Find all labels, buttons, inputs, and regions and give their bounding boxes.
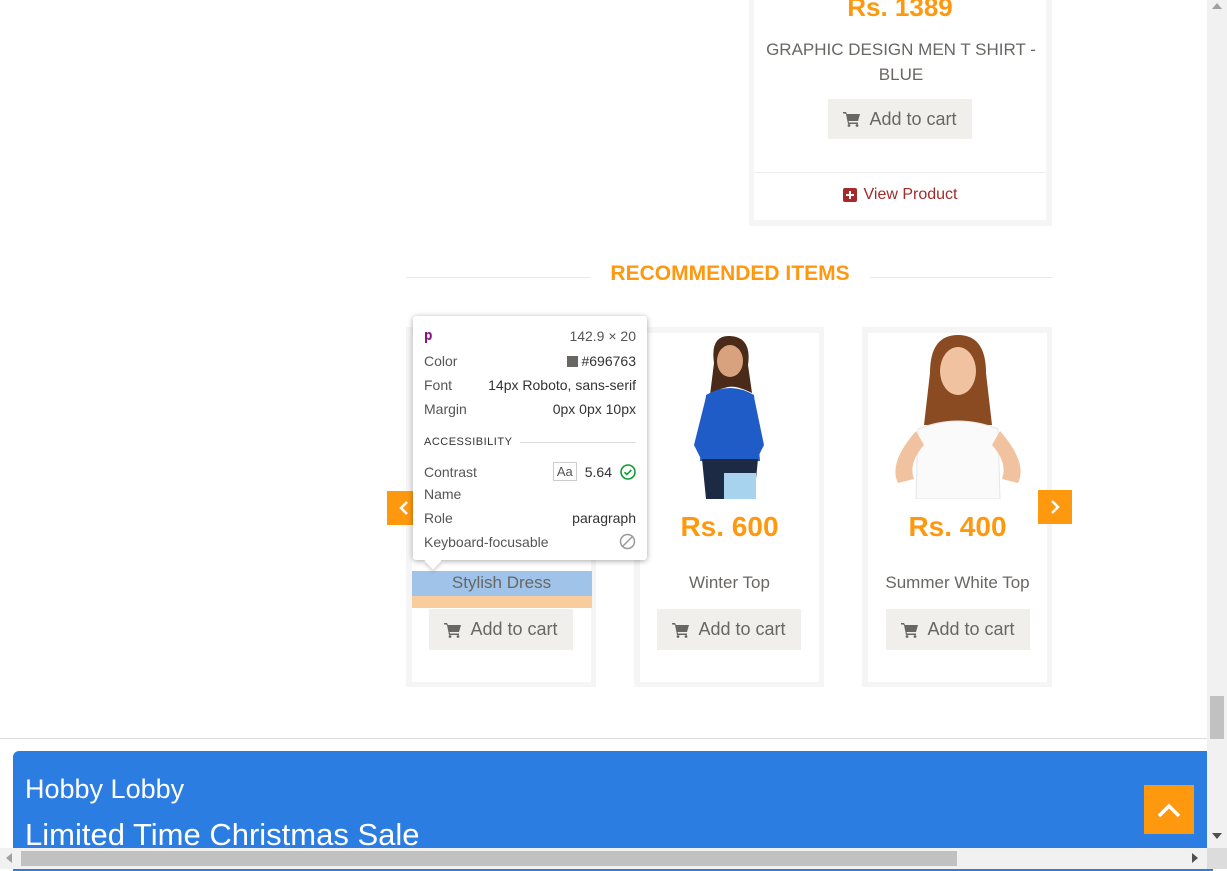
margin-label: Margin <box>424 401 467 417</box>
cart-icon <box>444 622 462 638</box>
blocked-icon <box>619 533 636 550</box>
scroll-down-arrow[interactable] <box>1212 833 1222 839</box>
add-to-cart-label: Add to cart <box>869 108 957 129</box>
footer-border <box>0 738 1207 739</box>
margin-value: 0px 0px 10px <box>552 401 636 417</box>
contrast-value: 5.64 <box>584 463 612 480</box>
chevron-left-icon <box>399 501 408 515</box>
focusable-label: Keyboard-focusable <box>424 533 549 550</box>
vertical-scrollbar[interactable] <box>1207 0 1227 848</box>
heading-line-left <box>406 277 596 278</box>
heading-line-right <box>864 277 1052 278</box>
product-price: Rs. 600 <box>680 511 779 542</box>
inspector-size: 142.9 × 20 <box>569 328 636 344</box>
view-product-link[interactable]: View Product <box>754 186 1046 204</box>
check-circle-icon <box>620 463 636 480</box>
font-label: Font <box>424 377 453 393</box>
product-name: GRAPHIC DESIGN MEN T SHIRT - BLUE <box>766 40 1036 84</box>
product-name: Summer White Top <box>885 573 1030 592</box>
add-to-cart-button[interactable]: Add to cart <box>429 609 573 650</box>
chevron-right-icon <box>1051 500 1060 514</box>
product-price: Rs. 400 <box>908 511 1007 542</box>
add-to-cart-label: Add to cart <box>698 619 786 639</box>
carousel-next-button[interactable] <box>1038 490 1072 524</box>
color-swatch <box>567 355 579 367</box>
color-label: Color <box>424 353 458 369</box>
scroll-right-arrow[interactable] <box>1192 853 1198 863</box>
add-to-cart-label: Add to cart <box>927 619 1015 639</box>
cart-icon <box>901 622 919 638</box>
inspector-tag: p <box>424 328 433 344</box>
font-value: 14px Roboto, sans-serif <box>488 377 636 393</box>
name-label: Name <box>424 486 462 502</box>
add-to-cart-label: Add to cart <box>470 619 558 639</box>
contrast-aa: Aa <box>552 462 577 481</box>
cart-icon <box>843 112 861 127</box>
plus-square-icon <box>842 188 857 202</box>
color-value: #696763 <box>581 353 636 369</box>
add-to-cart-button[interactable]: Add to cart <box>886 609 1030 650</box>
add-to-cart-button[interactable]: Add to cart <box>657 609 801 650</box>
role-value: paragraph <box>572 510 636 526</box>
scroll-up-arrow[interactable] <box>1212 3 1222 9</box>
scroll-to-top-button[interactable] <box>1144 785 1194 834</box>
cart-icon <box>672 622 690 638</box>
product-name: Stylish Dress <box>451 573 552 592</box>
inspector-tooltip: p 142.9 × 20 Color #696763 Font 14px Rob… <box>413 316 647 570</box>
product-name: Winter Top <box>689 573 770 592</box>
role-label: Role <box>424 510 453 526</box>
inspect-highlight-margin <box>412 596 592 608</box>
view-product-label: View Product <box>863 186 958 203</box>
recommended-heading: RECOMMENDED ITEMS <box>590 262 870 286</box>
product-image-summer-white-top <box>868 333 1047 499</box>
horizontal-scrollbar-thumb[interactable] <box>21 851 957 866</box>
scroll-left-arrow[interactable] <box>6 853 12 863</box>
product-price: Rs. 1389 <box>847 0 953 22</box>
product-image-winter-top <box>640 333 819 499</box>
accessibility-section: ACCESSIBILITY <box>424 436 513 448</box>
scrollbar-corner <box>1207 848 1227 869</box>
chevron-up-icon <box>1157 803 1181 817</box>
horizontal-scrollbar[interactable] <box>0 848 1207 869</box>
vertical-scrollbar-thumb[interactable] <box>1210 696 1224 739</box>
section-rule <box>520 441 636 443</box>
contrast-label: Contrast <box>424 463 477 480</box>
ad-brand: Hobby Lobby <box>25 774 185 804</box>
add-to-cart-button[interactable]: Add to cart <box>828 99 972 139</box>
divider <box>754 172 1046 173</box>
